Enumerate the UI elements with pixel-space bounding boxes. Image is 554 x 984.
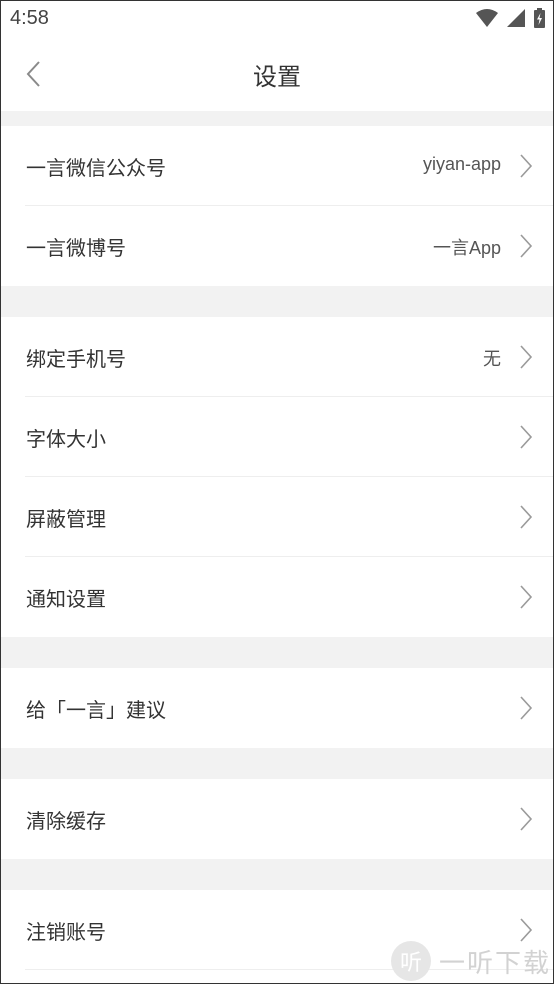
watermark-text: 一听下载 — [438, 948, 551, 979]
chevron-right-icon — [520, 154, 533, 178]
settings-group-account: 绑定手机号 无 字体大小 屏蔽管理 通知设置 — [1, 317, 553, 637]
chevron-right-icon — [520, 807, 533, 831]
row-label: 屏蔽管理 — [26, 507, 106, 531]
settings-row-weibo[interactable]: 一言微博号 一言App — [1, 206, 553, 286]
chevron-right-icon — [520, 425, 533, 449]
row-label: 一言微博号 — [26, 236, 126, 260]
row-label: 给「一言」建议 — [26, 698, 166, 722]
settings-group-social: 一言微信公众号 yiyan-app 一言微博号 一言App — [1, 126, 553, 286]
settings-row-notifications[interactable]: 通知设置 — [1, 557, 553, 637]
row-value: 一言App — [432, 238, 501, 258]
row-value: 无 — [483, 349, 501, 369]
watermark-logo: 听 — [390, 941, 431, 981]
settings-group-feedback: 给「一言」建议 — [1, 668, 553, 748]
section-gap — [1, 859, 553, 890]
page-title: 设置 — [253, 63, 301, 91]
settings-row-wechat[interactable]: 一言微信公众号 yiyan-app — [1, 126, 553, 206]
row-label: 字体大小 — [26, 427, 106, 451]
row-label: 清除缓存 — [26, 809, 106, 833]
chevron-right-icon — [520, 918, 533, 942]
chevron-right-icon — [520, 345, 533, 369]
row-label: 一言微信公众号 — [26, 156, 166, 180]
wifi-icon — [475, 9, 498, 27]
cell-signal-icon — [506, 9, 525, 27]
chevron-right-icon — [520, 505, 533, 529]
settings-row-bind-phone[interactable]: 绑定手机号 无 — [1, 317, 553, 397]
settings-row-clear-cache[interactable]: 清除缓存 — [1, 779, 553, 859]
row-label: 绑定手机号 — [26, 347, 126, 371]
settings-list: 一言微信公众号 yiyan-app 一言微博号 一言App 绑定手机号 无 字体… — [1, 111, 553, 970]
row-label: 注销账号 — [26, 920, 106, 944]
settings-row-feedback[interactable]: 给「一言」建议 — [1, 668, 553, 748]
status-icons — [472, 8, 545, 30]
chevron-right-icon — [520, 696, 533, 720]
status-bar: 4:58 — [1, 1, 553, 37]
status-time: 4:58 — [10, 7, 49, 29]
row-label: 通知设置 — [26, 587, 106, 611]
section-gap — [1, 748, 553, 779]
settings-row-block-management[interactable]: 屏蔽管理 — [1, 477, 553, 557]
battery-charging-icon — [534, 8, 545, 28]
watermark: 听 一听下载 — [390, 941, 551, 981]
settings-row-font-size[interactable]: 字体大小 — [1, 397, 553, 477]
section-gap — [1, 286, 553, 317]
chevron-right-icon — [520, 234, 533, 258]
app-frame: 4:58 设置 一言微信公众号 yiyan-app 一言微博号 一言App 绑定… — [0, 0, 554, 984]
settings-group-cache: 清除缓存 — [1, 779, 553, 859]
section-gap — [1, 111, 553, 126]
chevron-right-icon — [520, 585, 533, 609]
section-gap — [1, 637, 553, 668]
row-value: yiyan-app — [422, 154, 501, 174]
nav-bar: 设置 — [1, 37, 553, 111]
